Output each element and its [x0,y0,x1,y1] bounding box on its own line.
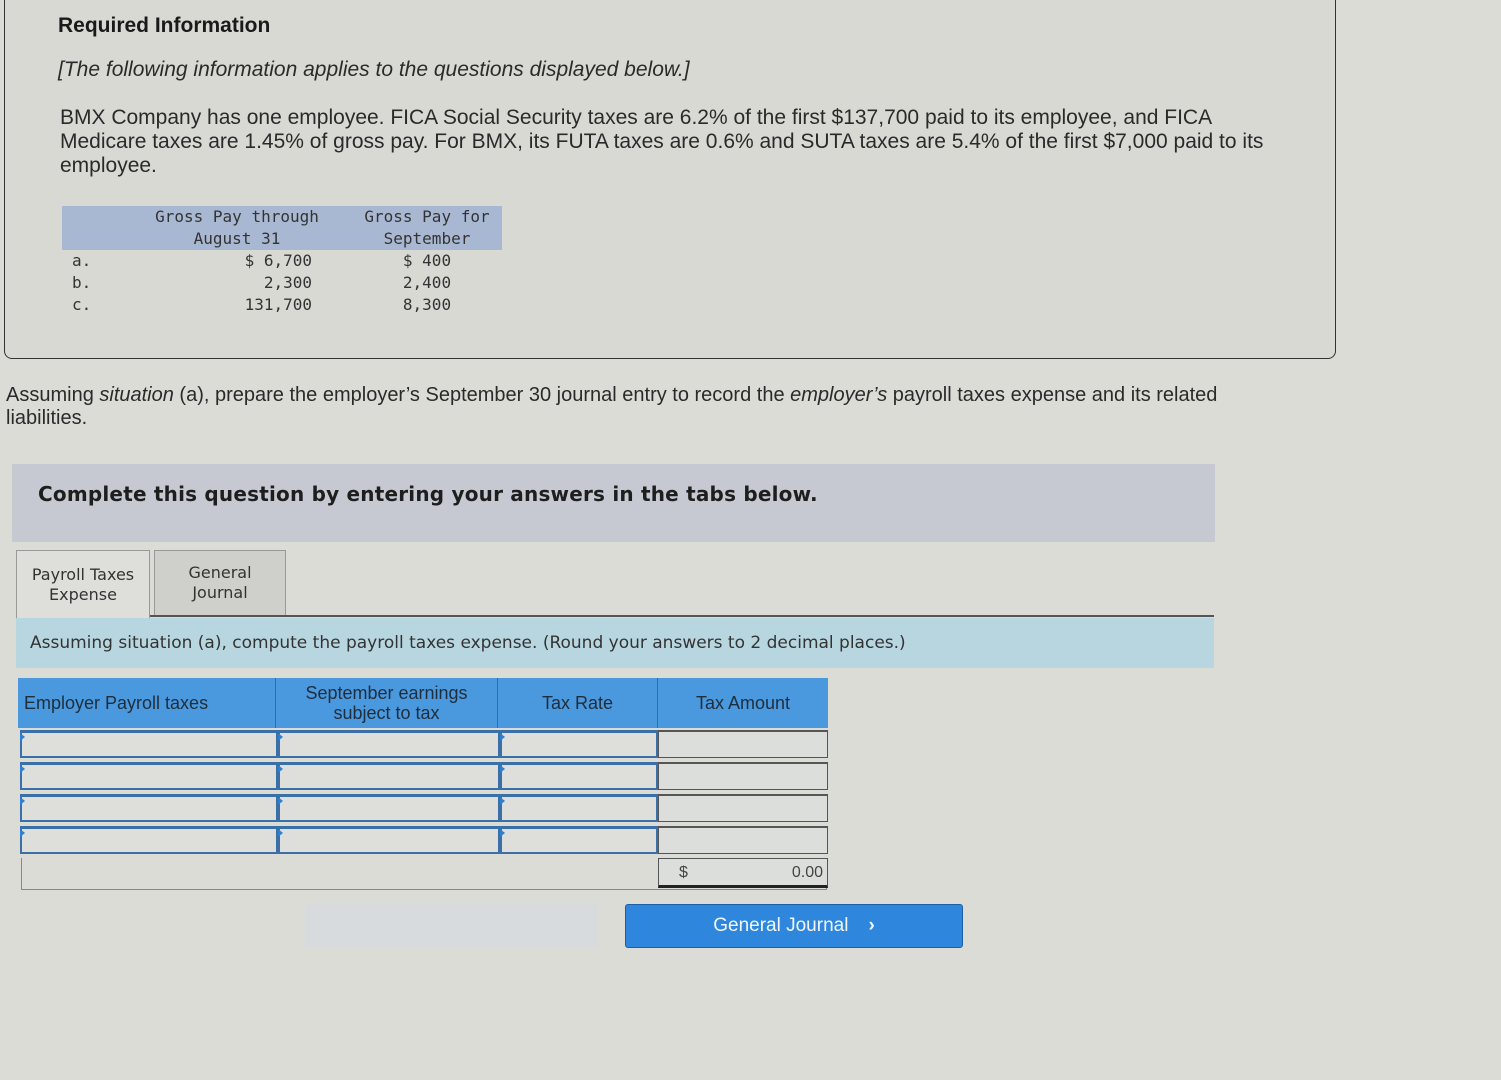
instruction-banner: Complete this question by entering your … [12,464,1215,542]
payroll-tax-grid: Employer Payroll taxes September earning… [18,678,828,890]
tax-amount-cell [658,794,828,822]
table-row: a. $ 6,700 $ 400 [62,250,502,272]
tab-divider [150,615,1214,617]
tax-amount-cell [658,762,828,790]
gross-through-august: 2,300 [263,273,312,292]
table-row: c. 131,700 8,300 [62,294,502,316]
gross-september: 8,300 [402,295,452,314]
tab-label-line2: Journal [192,583,248,602]
table-header-row: Gross Pay through August 31 Gross Pay fo… [62,206,502,250]
row-label: c. [72,295,92,314]
tab-label-line1: Payroll Taxes [31,564,135,584]
question-text: Assuming situation (a), prepare the empl… [6,384,1296,430]
header-tax-amount: Tax Amount [658,678,828,728]
info-title: Required Information [58,14,271,37]
employer-payroll-tax-input[interactable] [20,730,278,758]
tab-label-line1: General [188,563,252,582]
tax-rate-input[interactable] [500,762,658,790]
earnings-subject-input[interactable] [278,794,500,822]
header-september-earnings: September earnings subject to tax [276,678,498,728]
header-employer-payroll-taxes: Employer Payroll taxes [18,678,276,728]
header-tax-rate: Tax Rate [498,678,658,728]
table-header-september: Gross Pay for September [352,206,502,250]
tab-label-line2: Expense [49,584,117,604]
tax-amount-cell [658,730,828,758]
next-general-journal-button[interactable]: General Journal › [625,904,963,948]
question-part2: (a), prepare the employer’s September 30… [173,384,791,406]
question-employer: employer’s [790,384,888,406]
total-tax-amount: $ 0.00 [658,858,828,888]
tax-rate-input[interactable] [500,794,658,822]
tab-payroll-taxes-expense[interactable]: Payroll Taxes Expense [16,550,150,618]
tax-rate-input[interactable] [500,730,658,758]
gross-september: 2,400 [402,273,452,292]
total-value: 0.00 [791,864,823,881]
info-subtitle: [The following information applies to th… [58,58,690,81]
previous-tab-button[interactable] [306,904,598,948]
earnings-subject-input[interactable] [278,762,500,790]
gross-through-august: 131,700 [244,295,312,314]
total-currency: $ [679,864,688,881]
table-row: b. 2,300 2,400 [62,272,502,294]
prompt-text: Assuming situation (a), compute the payr… [30,633,906,653]
gross-through-august: $ 6,700 [244,251,312,270]
tax-amount-cell [658,826,828,854]
tax-rate-input[interactable] [500,826,658,854]
earnings-subject-input[interactable] [278,730,500,758]
chevron-right-icon: › [868,915,875,936]
gross-september: $ 400 [402,251,452,270]
info-body: BMX Company has one employee. FICA Socia… [60,106,1264,177]
question-part1: Assuming [6,384,100,406]
employer-payroll-tax-input[interactable] [20,762,278,790]
row-label: b. [72,273,92,292]
employer-payroll-tax-input[interactable] [20,826,278,854]
table-header-through-august: Gross Pay through August 31 [122,206,352,250]
gross-pay-table: Gross Pay through August 31 Gross Pay fo… [62,206,502,316]
prompt-bar: Assuming situation (a), compute the payr… [16,618,1214,668]
row-label: a. [72,251,92,270]
instruction-text: Complete this question by entering your … [38,482,818,506]
earnings-subject-input[interactable] [278,826,500,854]
employer-payroll-tax-input[interactable] [20,794,278,822]
table-header-label [62,206,122,250]
question-situation: situation [99,384,174,406]
next-button-label: General Journal [713,915,849,936]
tab-general-journal[interactable]: General Journal [154,550,286,616]
